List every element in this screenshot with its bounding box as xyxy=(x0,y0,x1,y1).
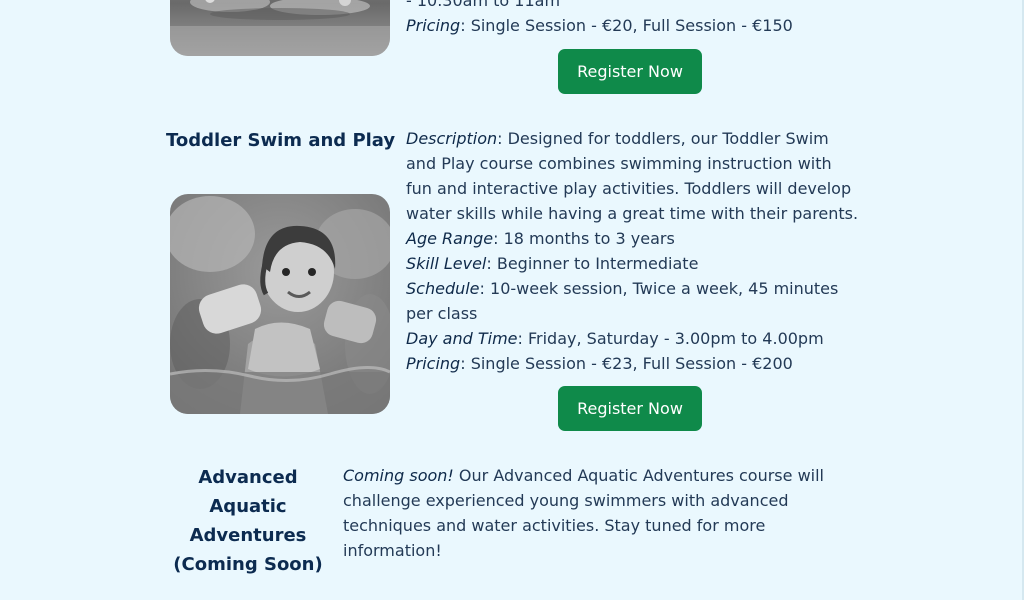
skill-level-value: : Beginner to Intermediate xyxy=(486,254,699,273)
description-label: Description xyxy=(406,129,498,148)
pricing-label: Pricing xyxy=(406,354,461,373)
day-time-value: : Friday, Saturday - 3.00pm to 4.00pm xyxy=(517,329,824,348)
description-text: : Designed for toddlers, our Toddler Swi… xyxy=(497,129,829,148)
top-course-details: - 10.30am to 11am Pricing: Single Sessio… xyxy=(406,0,793,38)
toddler-course-details: Description: Designed for toddlers, our … xyxy=(406,126,858,376)
top-course-pricing: Pricing: Single Session - €20, Full Sess… xyxy=(406,13,793,38)
toddler-description-line: Description: Designed for toddlers, our … xyxy=(406,126,858,151)
advanced-description-line: information! xyxy=(343,541,442,560)
swim-class-photo xyxy=(170,0,390,56)
toddler-schedule-cont: per class xyxy=(406,304,478,323)
schedule-label: Schedule xyxy=(406,279,480,298)
advanced-course-details: Coming soon! Our Advanced Aquatic Advent… xyxy=(343,463,824,563)
advanced-title-line: Aquatic xyxy=(209,496,287,517)
advanced-description-text: Our Advanced Aquatic Adventures course w… xyxy=(453,466,824,485)
register-now-button-toddler[interactable]: Register Now xyxy=(558,386,702,431)
day-time-label: Day and Time xyxy=(406,329,518,348)
toddler-skill-level: Skill Level: Beginner to Intermediate xyxy=(406,251,858,276)
water-splash-image xyxy=(170,0,390,56)
advanced-description-line: techniques and water activities. Stay tu… xyxy=(343,516,766,535)
age-range-value: : 18 months to 3 years xyxy=(493,229,675,248)
advanced-description-line: Coming soon! Our Advanced Aquatic Advent… xyxy=(343,463,824,488)
schedule-value: : 10-week session, Twice a week, 45 minu… xyxy=(479,279,839,298)
advanced-title-line: Adventures xyxy=(189,525,307,546)
toddler-description-line: and Play course combines swimming instru… xyxy=(406,154,832,173)
toddler-day-time: Day and Time: Friday, Saturday - 3.00pm … xyxy=(406,326,858,351)
pricing-value: : Single Session - €23, Full Session - €… xyxy=(460,354,793,373)
pricing-value: : Single Session - €20, Full Session - €… xyxy=(460,16,793,35)
skill-level-label: Skill Level xyxy=(406,254,487,273)
toddler-schedule: Schedule: 10-week session, Twice a week,… xyxy=(406,276,858,301)
advanced-title-line: Advanced xyxy=(198,467,298,488)
age-range-label: Age Range xyxy=(406,229,494,248)
toddler-in-pool-image xyxy=(170,194,390,414)
toddler-description-line: water skills while having a great time w… xyxy=(406,204,859,223)
toddler-age-range: Age Range: 18 months to 3 years xyxy=(406,226,858,251)
pricing-label: Pricing xyxy=(406,16,461,35)
register-now-button-top[interactable]: Register Now xyxy=(558,49,702,94)
toddler-pricing: Pricing: Single Session - €23, Full Sess… xyxy=(406,351,858,376)
advanced-course-title: Advanced Aquatic Adventures (Coming Soon… xyxy=(168,463,328,579)
course-page: - 10.30am to 11am Pricing: Single Sessio… xyxy=(0,0,1024,600)
toddler-description-line: fun and interactive play activities. Tod… xyxy=(406,179,852,198)
toddler-course-title: Toddler Swim and Play xyxy=(166,130,396,151)
top-course-schedule: - 10.30am to 11am xyxy=(406,0,561,10)
coming-soon-label: Coming soon! xyxy=(343,466,454,485)
advanced-description-line: challenge experienced young swimmers wit… xyxy=(343,491,789,510)
advanced-title-line: (Coming Soon) xyxy=(173,554,323,575)
toddler-photo xyxy=(170,194,390,414)
